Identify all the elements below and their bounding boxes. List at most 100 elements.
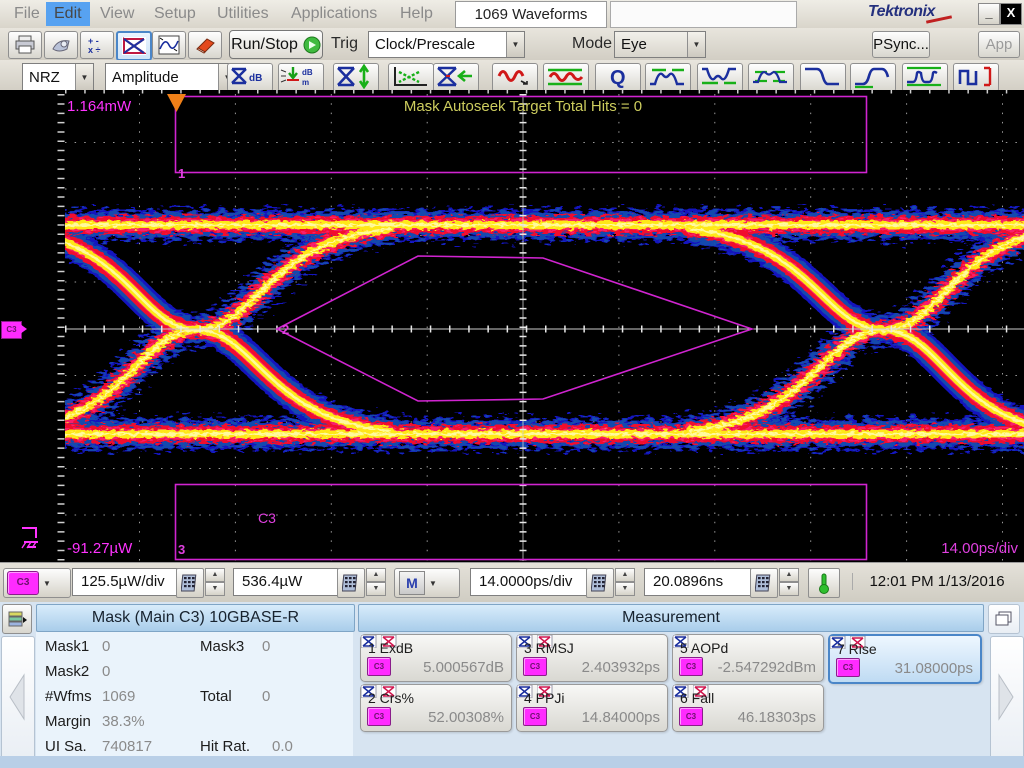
vertical-offset-keypad-button[interactable] (337, 568, 365, 598)
keypad-icon (342, 574, 358, 592)
chevron-down-icon[interactable]: ▼ (506, 32, 524, 57)
measurement-cell-crs[interactable]: 2 Crs% C3 52.00308% (360, 684, 512, 732)
measurement-cell-rise[interactable]: 7 Rise C3 31.08000ps (828, 634, 982, 684)
panel-layout-button[interactable] (988, 604, 1020, 634)
tektronix-logo: Tektronix (868, 3, 968, 24)
run-stop-button[interactable]: Run/Stop (229, 30, 323, 59)
timebase-select[interactable]: M ▼ (394, 568, 460, 598)
horizontal-scale-keypad-button[interactable] (586, 568, 614, 598)
channel-select[interactable]: C3 ▼ (3, 568, 71, 598)
horizontal-scale-spinner[interactable]: ▲ ▼ (615, 568, 635, 596)
temperature-status-button[interactable] (808, 568, 840, 598)
horizontal-position-spinner[interactable]: ▲ ▼ (779, 568, 799, 596)
source-badge[interactable]: C3 (679, 707, 703, 726)
menu-setup[interactable]: Setup (146, 2, 204, 26)
measure-setup-button[interactable] (152, 31, 186, 59)
chevron-down-icon[interactable]: ▼ (75, 64, 93, 90)
mask2-label: 2 (282, 322, 290, 337)
measurement-cell-aopd[interactable]: 5 AOPd C3 -2.547292dBm (672, 634, 824, 682)
source-badge[interactable]: C3 (367, 707, 391, 726)
vertical-scale-keypad-button[interactable] (176, 568, 204, 598)
horizontal-position-field[interactable]: 20.0896ns (644, 568, 754, 596)
menu-utilities[interactable]: Utilities (209, 2, 277, 26)
mask-row-label: Mask1 (45, 638, 90, 655)
chevron-down-icon[interactable]: ▼ (687, 32, 705, 57)
fall-level-button[interactable] (800, 63, 846, 92)
overshoot-button[interactable] (645, 63, 691, 92)
clear-data-button[interactable] (188, 31, 222, 59)
avg-power-dbm-button[interactable]: dB m (278, 63, 324, 92)
mode-select[interactable]: Eye ▼ (614, 31, 706, 58)
mask-row-label: #Wfms (45, 688, 92, 705)
spin-up-icon[interactable]: ▲ (205, 568, 225, 582)
meas-category-select[interactable]: Amplitude ▼ (105, 63, 237, 91)
spin-up-icon[interactable]: ▲ (615, 568, 635, 582)
crossing-percent-button[interactable] (388, 63, 434, 92)
q-factor-button[interactable]: Q (595, 63, 641, 92)
vertical-scale-field[interactable]: 125.5µW/div (72, 568, 180, 596)
pulse-levels-button[interactable] (902, 63, 948, 92)
mask-row-label: Mask2 (45, 663, 90, 680)
channel-marker[interactable]: C3 (1, 321, 22, 339)
mask-row-value: 38.3% (102, 713, 145, 730)
noise-pp-button[interactable] (543, 63, 589, 92)
math-button[interactable]: + -x ÷ (80, 31, 114, 59)
bit-window-button[interactable] (953, 63, 999, 92)
measurement-cell-ppji[interactable]: 4 PPJi C3 14.84000ps (516, 684, 668, 732)
print-preview-button[interactable] (44, 31, 78, 59)
print-button[interactable] (8, 31, 42, 59)
measurement-cell-rmsj[interactable]: 3 RMSJ C3 2.403932ps (516, 634, 668, 682)
vertical-offset-field[interactable]: 536.4µW (233, 568, 341, 596)
signal-format-select[interactable]: NRZ ▼ (22, 63, 94, 91)
rise-level-button[interactable] (850, 63, 896, 92)
scroll-left-button[interactable] (1, 636, 35, 762)
trigger-source-select[interactable]: Clock/Prescale ▼ (368, 31, 525, 58)
measurement-cell-fall[interactable]: 6 Fall C3 46.18303ps (672, 684, 824, 732)
mask-panel-header[interactable]: Mask (Main C3) 10GBASE-R (36, 604, 355, 632)
waveform-measure-icon (158, 35, 180, 55)
measurement-cell-exdb[interactable]: 1 ExdB C3 5.000567dB (360, 634, 512, 682)
mask-test-button[interactable] (116, 31, 152, 61)
jitter-pp-button[interactable] (492, 63, 538, 92)
close-button[interactable]: X (1000, 3, 1022, 25)
undershoot-button[interactable] (697, 63, 743, 92)
vertical-scale-spinner[interactable]: ▲ ▼ (205, 568, 225, 596)
eye-amplitude-button[interactable] (333, 63, 379, 92)
menu-view[interactable]: View (92, 2, 142, 26)
spin-up-icon[interactable]: ▲ (779, 568, 799, 582)
spin-up-icon[interactable]: ▲ (366, 568, 386, 582)
waveform-display[interactable]: 1.164mW Mask Autoseek Target Total Hits … (0, 88, 1024, 562)
run-icon (303, 36, 321, 53)
source-badge[interactable]: C3 (679, 657, 703, 676)
menu-help[interactable]: Help (392, 2, 441, 26)
noise-pp-icon (548, 68, 584, 86)
spin-down-icon[interactable]: ▼ (366, 582, 386, 596)
ext-ratio-db-button[interactable]: dB (227, 63, 273, 92)
source-badge[interactable]: C3 (836, 658, 860, 677)
spin-down-icon[interactable]: ▼ (779, 582, 799, 596)
eye-high-low-button[interactable] (748, 63, 794, 92)
vertical-offset-spinner[interactable]: ▲ ▼ (366, 568, 386, 596)
menu-applications[interactable]: Applications (283, 2, 385, 26)
eye-width-button[interactable] (433, 63, 479, 92)
measurement-panel-header[interactable]: Measurement (358, 604, 984, 632)
mask-row-value: 740817 (102, 738, 153, 755)
measurement-name: 1 ExdB (368, 640, 414, 656)
scroll-right-button[interactable] (990, 636, 1024, 762)
menu-edit[interactable]: Edit (46, 2, 90, 26)
undershoot-icon (702, 67, 736, 85)
spin-down-icon[interactable]: ▼ (205, 582, 225, 596)
horizontal-scale-field[interactable]: 14.0000ps/div (470, 568, 590, 596)
ext-ratio-db-icon: dB (231, 67, 262, 85)
app-button[interactable]: App (978, 31, 1020, 58)
psync-button[interactable]: PSync... (872, 31, 930, 58)
source-badge[interactable]: C3 (523, 707, 547, 726)
horizontal-position-keypad-button[interactable] (750, 568, 778, 598)
menu-file[interactable]: File (6, 2, 48, 26)
pulse-levels-icon (907, 66, 941, 87)
spin-down-icon[interactable]: ▼ (615, 582, 635, 596)
source-badge[interactable]: C3 (523, 657, 547, 676)
measurement-list-button[interactable] (2, 604, 32, 634)
minimize-button[interactable]: _ (978, 3, 1000, 25)
source-badge[interactable]: C3 (367, 657, 391, 676)
